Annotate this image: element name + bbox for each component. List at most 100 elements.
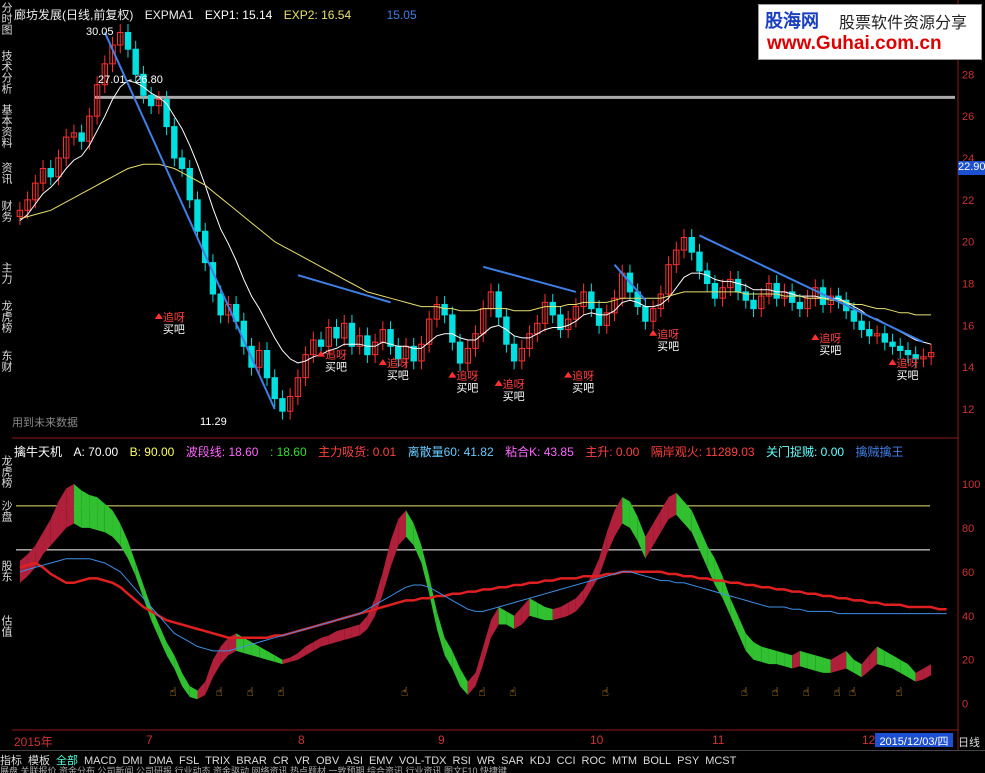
wave-band	[552, 606, 561, 621]
absorb-value: 主力吸货: 0.01	[318, 445, 397, 459]
wave-band	[359, 615, 368, 636]
candle-body	[171, 126, 178, 159]
wave-band	[120, 523, 128, 559]
wave-band	[614, 497, 623, 537]
wave-band	[390, 519, 399, 568]
sub-tick: 40	[962, 611, 974, 623]
wave-band	[382, 541, 391, 594]
side-item-9[interactable]: 沙盘	[0, 500, 12, 522]
side-item-10[interactable]: 股东	[0, 560, 12, 582]
b-value: B: 90.00	[129, 445, 175, 459]
candle-body	[449, 314, 456, 343]
buy-label: 买吧	[897, 369, 919, 382]
side-item-5[interactable]: 主力	[0, 262, 12, 284]
up-arrow-icon	[888, 359, 897, 366]
sub-title: 擒牛天机	[14, 445, 63, 459]
wave-band	[483, 620, 491, 665]
wave-band	[19, 554, 28, 583]
main-up-value: 主升: 0.00	[585, 445, 640, 459]
hand-icon: ☝	[216, 685, 223, 699]
wave-band	[50, 501, 59, 546]
wave-band	[637, 516, 646, 559]
x-label-0: 2015年	[14, 735, 53, 749]
wave-band	[838, 650, 847, 671]
candle-body	[850, 310, 858, 322]
pane-frame	[12, 0, 959, 750]
side-item-3[interactable]: 资讯	[0, 162, 12, 184]
side-nav: 分时图 技术分析 基本资料 资讯 财务 主力 龙虎榜 东财 龙虎榜 沙盘 股东 …	[0, 0, 12, 760]
period-tab[interactable]: 日线	[958, 734, 980, 750]
wave-band	[545, 606, 553, 621]
side-item-2[interactable]: 基本资料	[0, 104, 12, 148]
current-price-box: 22.90	[958, 161, 985, 175]
wave-band	[575, 589, 584, 612]
buy-label: 买吧	[819, 344, 841, 357]
wave-band	[297, 646, 306, 660]
buy-label: 买吧	[456, 382, 478, 395]
x-label-6: 12	[862, 733, 876, 747]
wave-band	[444, 637, 453, 669]
hand-icon: ☝	[478, 685, 485, 699]
sub-tick: 100	[962, 479, 980, 491]
watermark-logo: 股海网 股票软件资源分享 www.Guhai.com.cn	[758, 4, 982, 60]
main-header: 廊坊发展(日线,前复权) EXPMA1 EXP1: 15.14 EXP2: 16…	[14, 6, 424, 22]
wave-band	[313, 637, 322, 651]
wave-band	[43, 519, 51, 555]
side-item-11[interactable]: 估值	[0, 615, 12, 637]
sub-header: 擒牛天机 A: 70.00 B: 90.00 波段线: 18.60 : 18.6…	[14, 443, 911, 459]
wave-band	[89, 494, 98, 531]
trend-line	[482, 265, 577, 293]
candle-body	[348, 322, 356, 347]
candle-body	[333, 326, 340, 339]
side-item-7[interactable]: 东财	[0, 350, 12, 372]
sub-tick: 60	[962, 567, 974, 579]
side-item-0[interactable]: 分时图	[0, 2, 12, 35]
candle-body	[866, 329, 873, 337]
side-item-8[interactable]: 龙虎榜	[0, 455, 12, 488]
wave-band	[900, 659, 908, 678]
candle-body	[711, 283, 719, 299]
candle-body	[889, 341, 896, 347]
logo-slogan: 股票软件资源分享	[839, 13, 968, 32]
up-arrow-icon	[564, 371, 573, 378]
sub-tick: 80	[962, 523, 974, 535]
wave-band	[266, 650, 275, 662]
wave-value: 波段线: 18.60	[185, 445, 259, 459]
side-item-1[interactable]: 技术分析	[0, 50, 12, 94]
hand-icon: ☝	[741, 685, 748, 699]
candle-body	[796, 301, 804, 310]
wave-band	[467, 672, 476, 695]
x-label-1: 7	[146, 733, 153, 747]
side-item-4[interactable]: 财务	[0, 200, 12, 222]
wave-band	[506, 611, 515, 629]
price-tick: 26	[962, 111, 974, 123]
up-arrow-icon	[378, 359, 387, 366]
wave-band	[475, 646, 484, 687]
chase-label: 追呀	[325, 348, 347, 362]
buy-label: 买吧	[503, 390, 525, 403]
wave-band	[784, 653, 793, 669]
hand-icon: ☝	[772, 685, 779, 699]
knot-value: 粘合K: 43.85	[505, 445, 574, 459]
bottom-menu[interactable]: 展盘 关联报价 资金分布 公司新闻 公司研报 行业动态 资金驱动 网络资讯 热点…	[0, 764, 985, 773]
range-label: 27.01 - 26.80	[98, 74, 163, 86]
hand-icon: ☝	[833, 685, 840, 699]
candle-body	[456, 341, 464, 364]
wave-band	[290, 653, 298, 662]
side-item-6[interactable]: 龙虎榜	[0, 300, 12, 333]
a-value: A: 70.00	[73, 445, 119, 459]
wave-band	[436, 611, 445, 656]
indicator-name: EXPMA1	[144, 8, 194, 22]
wave-band	[606, 510, 615, 555]
future-data-label: 用到未来数据	[12, 417, 78, 429]
exp2-value: EXP2: 16.54	[283, 8, 352, 22]
wave-band	[915, 668, 924, 682]
candle-body	[132, 48, 139, 75]
price-tick: 28	[962, 69, 974, 81]
wave-band	[745, 633, 754, 660]
wave-band	[112, 510, 121, 546]
candle-body	[147, 94, 155, 107]
wave-band	[846, 650, 854, 673]
wave-band	[413, 523, 422, 564]
x-label-3: 9	[438, 733, 445, 747]
